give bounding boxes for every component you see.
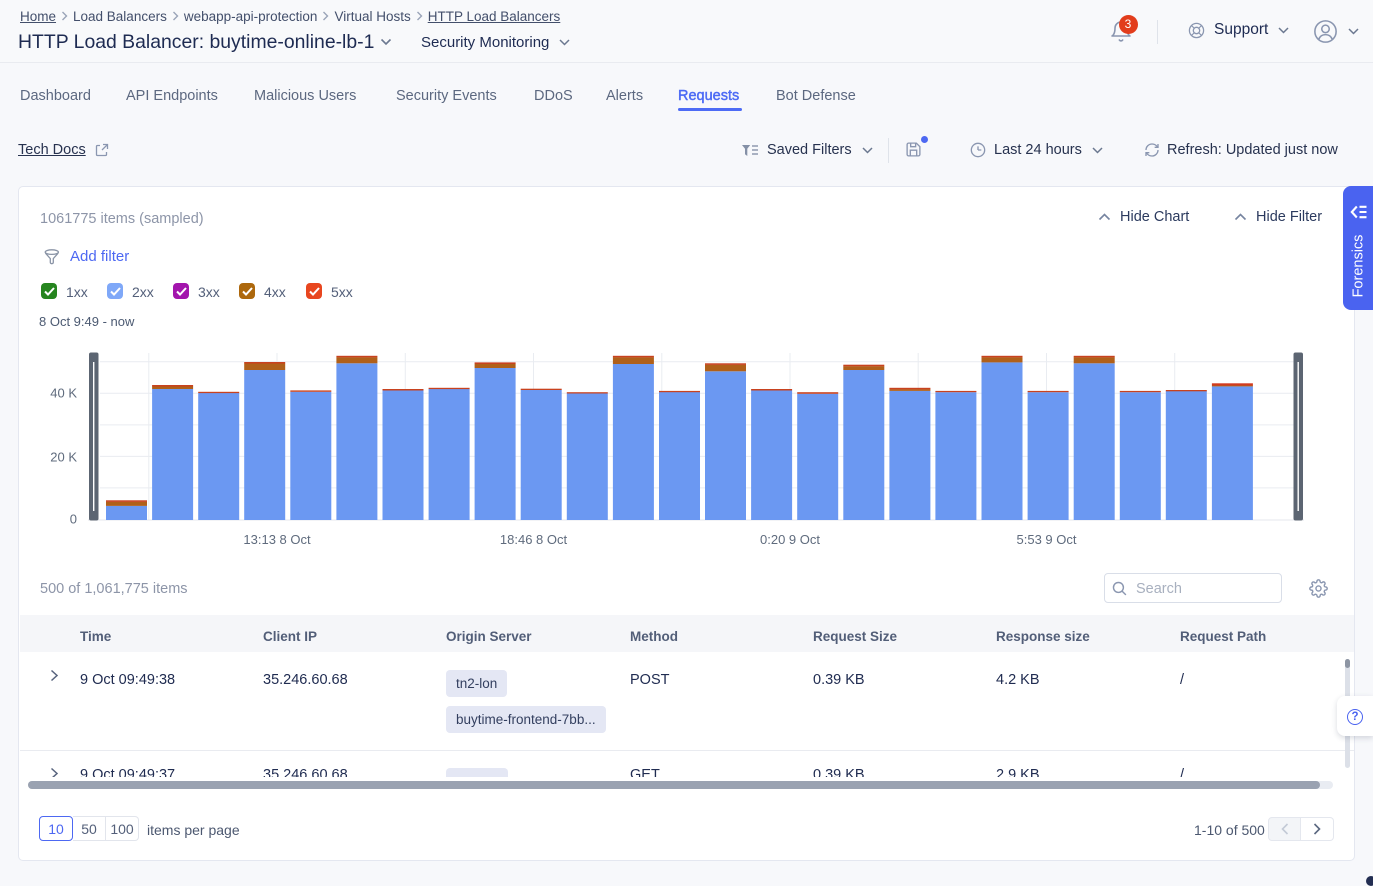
svg-text:5:53 9 Oct: 5:53 9 Oct	[1017, 532, 1077, 547]
svg-text:0:20 9 Oct: 0:20 9 Oct	[760, 532, 820, 547]
svg-text:13:13 8 Oct: 13:13 8 Oct	[243, 532, 311, 547]
svg-text:18:46 8 Oct: 18:46 8 Oct	[500, 532, 568, 547]
svg-text:40 K: 40 K	[50, 386, 77, 401]
svg-text:0: 0	[70, 512, 77, 527]
svg-text:20 K: 20 K	[50, 450, 77, 465]
